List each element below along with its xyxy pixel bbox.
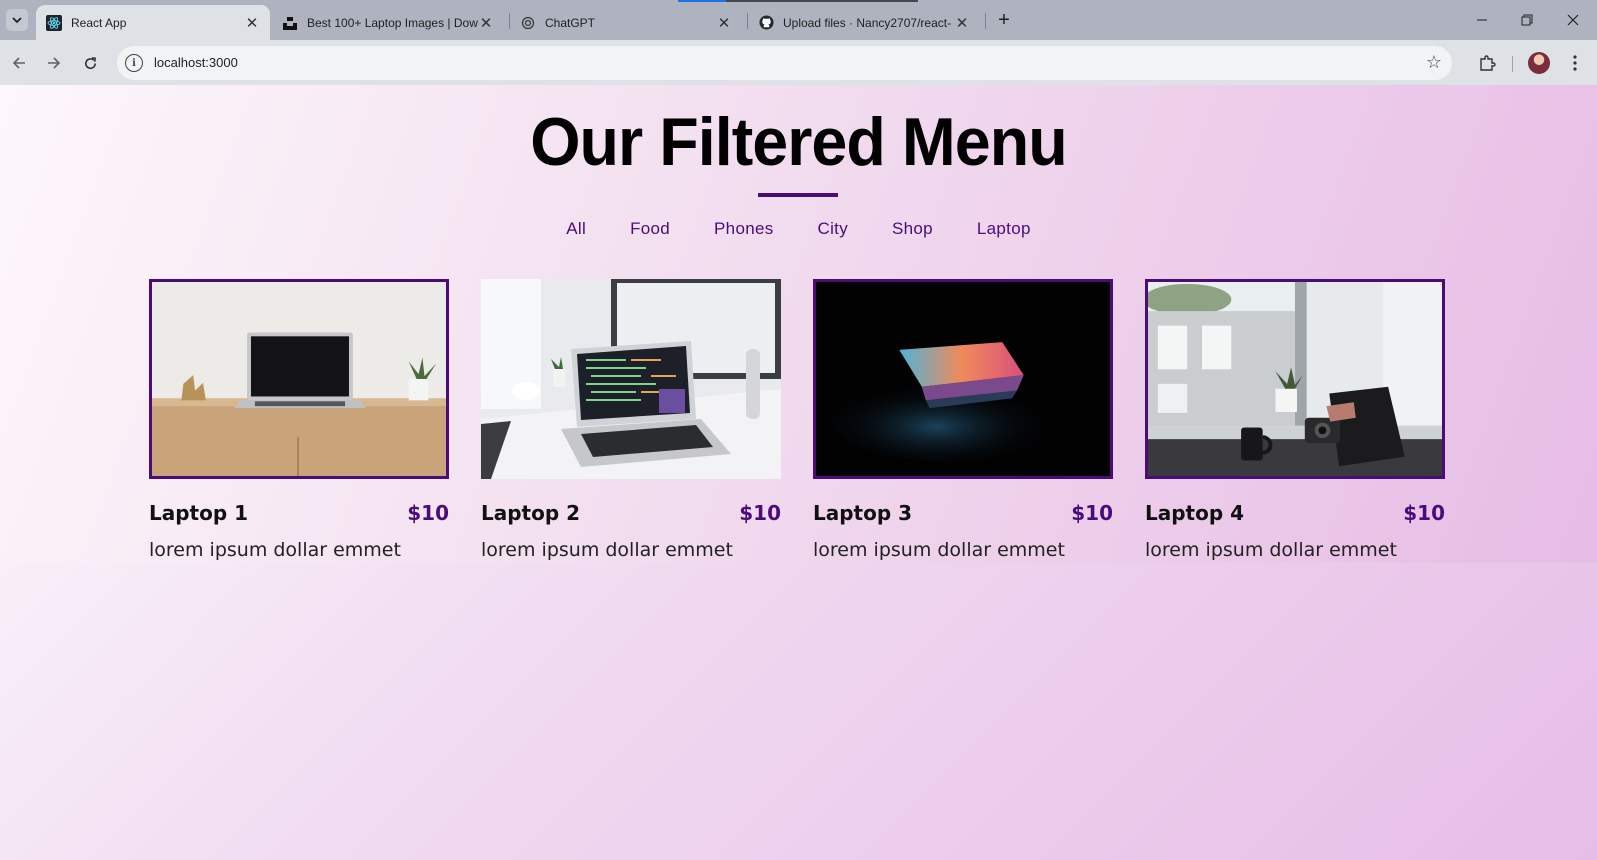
laptop-code-image [481,279,781,479]
reload-button[interactable] [77,50,103,76]
puzzle-icon [1480,55,1496,71]
react-icon [46,14,62,31]
item-description: lorem ipsum dollar emmet [149,539,401,561]
close-icon [1567,14,1579,26]
profile-avatar[interactable] [1528,52,1550,74]
filter-all-button[interactable]: All [544,215,608,243]
menu-section: Our Filtered Menu All Food Phones City S… [0,85,1597,563]
toolbar-separator [1512,56,1513,72]
back-button[interactable] [6,50,32,76]
close-tab-icon[interactable]: ✕ [954,15,970,32]
minimize-icon [1477,19,1487,21]
tab-laptop-images[interactable]: Best 100+ Laptop Images | Dow ✕ [272,5,504,40]
unsplash-icon [282,15,298,31]
restore-button[interactable] [1512,6,1542,34]
kebab-menu-icon [1573,55,1577,71]
bookmark-star-icon[interactable]: ☆ [1426,52,1442,73]
card-header: Laptop 4 $10 [1145,501,1445,525]
card-header: Laptop 2 $10 [481,501,781,525]
filter-bar: All Food Phones City Shop Laptop [0,215,1597,243]
menu-card[interactable]: Laptop 4 $10 lorem ipsum dollar emmet [1145,279,1445,561]
url-text: localhost:3000 [154,55,238,70]
close-window-button[interactable] [1558,6,1588,34]
tab-react-app[interactable]: React App ✕ [36,5,270,40]
extensions-button[interactable] [1474,50,1500,76]
restore-icon [1521,14,1533,26]
filter-shop-button[interactable]: Shop [870,215,955,243]
item-description: lorem ipsum dollar emmet [481,539,733,561]
browser-toolbar: i localhost:3000 ☆ [0,40,1597,85]
item-name: Laptop 4 [1145,501,1245,525]
filter-food-button[interactable]: Food [608,215,692,243]
laptop-desk-image [149,279,449,479]
new-tab-button[interactable]: + [993,9,1015,31]
item-price: $10 [1071,501,1113,525]
laptop-window-image [1145,279,1445,479]
laptop-dark-image [813,279,1113,479]
item-price: $10 [407,501,449,525]
site-info-icon[interactable]: i [125,54,143,72]
close-tab-icon[interactable]: ✕ [478,15,494,32]
arrow-left-icon [12,57,25,69]
item-price: $10 [739,501,781,525]
item-name: Laptop 1 [149,501,249,525]
item-description: lorem ipsum dollar emmet [1145,539,1397,561]
tab-separator [985,13,986,29]
filter-laptop-button[interactable]: Laptop [955,215,1053,243]
tab-title: ChatGPT [545,15,596,30]
chatgpt-icon [520,15,536,31]
menu-card[interactable]: Laptop 1 $10 lorem ipsum dollar emmet [149,279,449,561]
filter-phones-button[interactable]: Phones [692,215,795,243]
tab-chatgpt[interactable]: ChatGPT ✕ [510,5,742,40]
item-description: lorem ipsum dollar emmet [813,539,1065,561]
card-header: Laptop 3 $10 [813,501,1113,525]
tab-title: React App [71,15,127,30]
close-tab-icon[interactable]: ✕ [716,15,732,32]
browser-menu-button[interactable] [1562,50,1588,76]
tab-title: Best 100+ Laptop Images | Dow [307,15,478,30]
reload-icon [84,56,96,69]
tab-search-button[interactable] [6,9,28,31]
menu-card[interactable]: Laptop 2 $10 lorem ipsum dollar emmet [481,279,781,561]
chevron-down-icon [12,17,22,24]
filter-city-button[interactable]: City [796,215,870,243]
menu-card[interactable]: Laptop 3 $10 lorem ipsum dollar emmet [813,279,1113,561]
item-name: Laptop 2 [481,501,581,525]
github-icon [758,15,774,31]
card-header: Laptop 1 $10 [149,501,449,525]
page-title: Our Filtered Menu [530,104,1068,180]
forward-button[interactable] [41,50,67,76]
address-bar[interactable]: i localhost:3000 ☆ [117,46,1452,80]
item-price: $10 [1403,501,1445,525]
tab-github-upload[interactable]: Upload files · Nancy2707/react- ✕ [748,5,980,40]
page-body: Our Filtered Menu All Food Phones City S… [0,85,1597,860]
title-underline [758,193,838,197]
item-name: Laptop 3 [813,501,913,525]
loading-indicator-progress [678,0,726,2]
minimize-button[interactable] [1467,6,1497,34]
arrow-right-icon [48,57,61,69]
tab-strip: React App ✕ Best 100+ Laptop Images | Do… [0,0,1597,40]
tab-title: Upload files · Nancy2707/react- [783,15,952,30]
close-tab-icon[interactable]: ✕ [244,15,260,32]
